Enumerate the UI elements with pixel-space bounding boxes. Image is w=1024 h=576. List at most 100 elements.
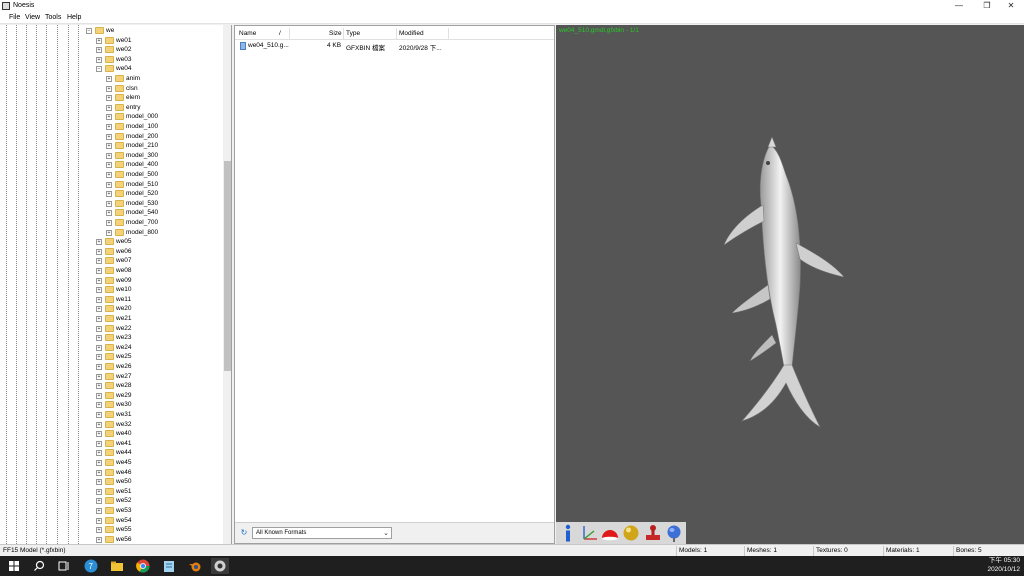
tree-item[interactable]: + we09 (0, 276, 222, 286)
column-divider[interactable] (343, 28, 344, 40)
expand-icon[interactable]: + (96, 258, 102, 265)
column-divider[interactable] (396, 28, 397, 40)
start-icon[interactable] (5, 558, 23, 574)
expand-icon[interactable]: + (106, 172, 112, 178)
tree-item[interactable]: + model_400 (0, 160, 222, 170)
noesis-icon[interactable] (211, 558, 229, 574)
collapse-icon[interactable]: − (86, 28, 92, 34)
tree-item[interactable]: + we24 (0, 343, 222, 353)
expand-icon[interactable]: + (96, 354, 102, 361)
expand-icon[interactable]: + (96, 508, 102, 514)
expand-icon[interactable]: + (96, 517, 102, 524)
expand-icon[interactable]: + (106, 104, 112, 111)
yellow-sphere-icon[interactable] (621, 523, 641, 543)
close-button[interactable]: ✕ (996, 0, 1024, 12)
notepad-icon[interactable] (160, 558, 178, 574)
expand-icon[interactable]: + (96, 364, 102, 370)
tree-item[interactable]: + we56 (0, 535, 222, 544)
tree-item[interactable]: + model_200 (0, 132, 222, 142)
task-view-icon[interactable] (55, 558, 73, 574)
tree-item[interactable]: + we46 (0, 468, 222, 478)
expand-icon[interactable]: + (96, 316, 102, 322)
tree-item[interactable]: + clsn (0, 84, 222, 94)
expand-icon[interactable]: + (106, 124, 112, 130)
tree-item[interactable]: + we01 (0, 36, 222, 46)
expand-icon[interactable]: + (96, 296, 102, 303)
expand-icon[interactable]: + (96, 498, 102, 505)
expand-icon[interactable]: + (106, 133, 112, 140)
expand-icon[interactable]: + (96, 56, 102, 63)
info-icon[interactable] (558, 523, 578, 543)
tree-item[interactable]: + we20 (0, 304, 222, 314)
expand-icon[interactable]: + (96, 392, 102, 399)
expand-icon[interactable]: + (96, 460, 102, 466)
axes-icon[interactable] (579, 523, 599, 543)
expand-icon[interactable]: + (96, 335, 102, 342)
tree-item[interactable]: + we55 (0, 525, 222, 535)
tree-item[interactable]: + we32 (0, 420, 222, 430)
expand-icon[interactable]: + (96, 37, 102, 44)
expand-icon[interactable]: + (96, 239, 102, 246)
tree-item[interactable]: + we31 (0, 410, 222, 420)
tree-item[interactable]: + we28 (0, 381, 222, 391)
tree-scrollbar-thumb[interactable] (224, 161, 231, 371)
expand-icon[interactable]: + (96, 431, 102, 438)
tree-item[interactable]: + we45 (0, 458, 222, 468)
blender-icon[interactable] (186, 558, 204, 574)
expand-icon[interactable]: + (106, 143, 112, 150)
expand-icon[interactable]: + (96, 536, 102, 543)
tree-item[interactable]: + we03 (0, 55, 222, 65)
tree-item[interactable]: + we23 (0, 333, 222, 343)
minimize-button[interactable]: — (944, 0, 974, 12)
tree-item[interactable]: + we30 (0, 400, 222, 410)
search-icon[interactable] (30, 558, 48, 574)
menu-file[interactable]: File (9, 14, 20, 21)
tree-item[interactable]: + model_100 (0, 122, 222, 132)
tree-item[interactable]: + anim (0, 74, 222, 84)
tree-item[interactable]: + model_000 (0, 112, 222, 122)
expand-icon[interactable]: + (96, 402, 102, 409)
expand-icon[interactable]: + (96, 248, 102, 255)
file-explorer-icon[interactable] (108, 558, 126, 574)
tree-item[interactable]: + we29 (0, 391, 222, 401)
expand-icon[interactable]: + (96, 412, 102, 418)
red-dome-icon[interactable] (600, 523, 620, 543)
tree-item[interactable]: + we11 (0, 295, 222, 305)
menu-tools[interactable]: Tools (45, 14, 61, 21)
tree-item[interactable]: + we51 (0, 487, 222, 497)
tree-item[interactable]: + we41 (0, 439, 222, 449)
tree-item[interactable]: + we22 (0, 324, 222, 334)
tree-item[interactable]: + model_300 (0, 151, 222, 161)
tree-item[interactable]: + we25 (0, 352, 222, 362)
tree-item[interactable]: − we04 (0, 64, 222, 74)
tree-item[interactable]: + we54 (0, 516, 222, 526)
tree-item[interactable]: + we50 (0, 477, 222, 487)
tree-item[interactable]: + we10 (0, 285, 222, 295)
expand-icon[interactable]: + (106, 152, 112, 159)
expand-icon[interactable]: + (96, 325, 102, 332)
expand-icon[interactable]: + (106, 210, 112, 217)
expand-icon[interactable]: + (96, 47, 102, 54)
expand-icon[interactable]: + (106, 229, 112, 236)
globe-icon[interactable] (664, 523, 684, 543)
expand-icon[interactable]: + (96, 440, 102, 447)
tree-item[interactable]: + we40 (0, 429, 222, 439)
expand-icon[interactable]: + (96, 450, 102, 457)
tree-item[interactable]: + model_510 (0, 180, 222, 190)
expand-icon[interactable]: + (96, 383, 102, 390)
tree-scrollbar[interactable] (223, 25, 231, 544)
expand-icon[interactable]: + (106, 85, 112, 92)
tree-item[interactable]: + we26 (0, 362, 222, 372)
expand-icon[interactable]: + (96, 469, 102, 476)
expand-icon[interactable]: + (106, 181, 112, 188)
tree-item[interactable]: + model_520 (0, 189, 222, 199)
expand-icon[interactable]: + (96, 488, 102, 495)
file-row[interactable]: we04_510.g... 4 KB GFXBIN 檔案 2020/9/28 下… (237, 41, 554, 52)
stamp-icon[interactable] (643, 523, 663, 543)
chrome-icon[interactable] (134, 558, 152, 574)
tree-item[interactable]: + model_210 (0, 141, 222, 151)
expand-icon[interactable]: + (96, 479, 102, 486)
tree-item[interactable]: + we53 (0, 506, 222, 516)
expand-icon[interactable]: + (106, 114, 112, 121)
tree-item[interactable]: + elem (0, 93, 222, 103)
